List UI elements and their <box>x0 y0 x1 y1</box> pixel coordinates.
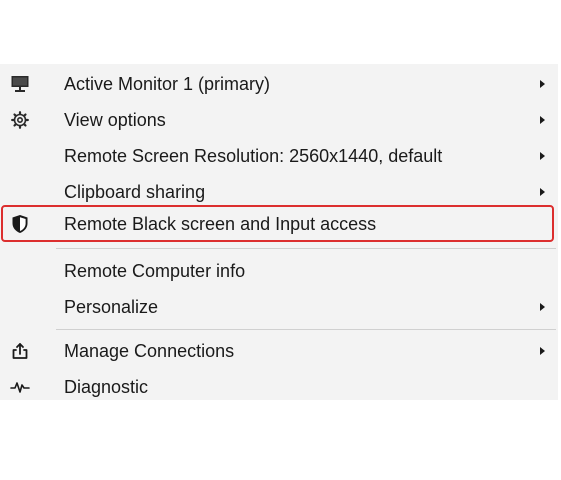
menu-item-active-monitor[interactable]: Active Monitor 1 (primary) <box>0 66 558 102</box>
menu-separator <box>56 248 556 249</box>
menu-item-label: View options <box>64 110 166 130</box>
menu-item-label: Manage Connections <box>64 341 235 361</box>
context-menu: Active Monitor 1 (primary) View options … <box>0 64 558 400</box>
shield-icon <box>10 214 30 234</box>
menu-item-label: Personalize <box>64 297 159 317</box>
menu-item-remote-computer-info[interactable]: Remote Computer info <box>0 253 558 289</box>
submenu-arrow-icon <box>540 152 545 160</box>
menu-item-view-options[interactable]: View options <box>0 102 558 138</box>
submenu-arrow-icon <box>540 188 545 196</box>
menu-item-manage-connections[interactable]: Manage Connections <box>0 333 558 369</box>
share-icon <box>10 341 30 361</box>
menu-separator <box>56 329 556 330</box>
menu-item-remote-screen-resolution[interactable]: Remote Screen Resolution: 2560x1440, def… <box>0 138 558 174</box>
menu-item-label: Remote Black screen and Input access <box>64 214 377 234</box>
menu-item-diagnostic[interactable]: Diagnostic <box>0 369 558 405</box>
submenu-arrow-icon <box>540 80 545 88</box>
menu-item-label: Active Monitor 1 (primary) <box>64 74 271 94</box>
menu-item-clipboard-sharing[interactable]: Clipboard sharing <box>0 174 558 210</box>
menu-item-personalize[interactable]: Personalize <box>0 289 558 325</box>
monitor-icon <box>10 74 30 94</box>
submenu-arrow-icon <box>540 116 545 124</box>
gear-icon <box>10 110 30 130</box>
submenu-arrow-icon <box>540 303 545 311</box>
menu-item-label: Remote Computer info <box>64 261 246 281</box>
menu-item-remote-black-screen[interactable]: Remote Black screen and Input access <box>0 206 558 242</box>
menu-item-label: Remote Screen Resolution: 2560x1440, def… <box>64 146 443 166</box>
menu-item-label: Diagnostic <box>64 377 149 397</box>
submenu-arrow-icon <box>540 347 545 355</box>
menu-item-label: Clipboard sharing <box>64 182 206 202</box>
pulse-icon <box>10 377 30 397</box>
